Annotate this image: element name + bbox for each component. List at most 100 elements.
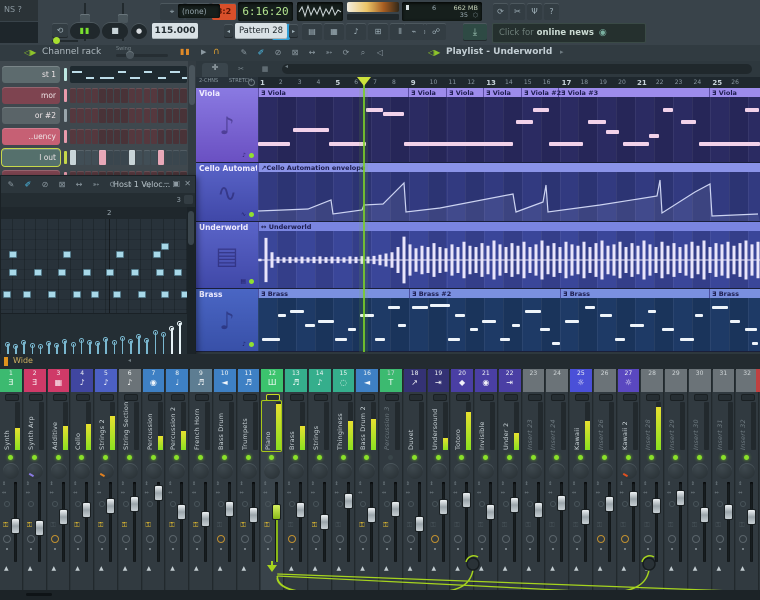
strip-enable-led[interactable]: [531, 455, 536, 460]
velocity-handle[interactable]: [136, 334, 141, 339]
mixer-strip[interactable]: 18↗Duvet⇕⇔⚿▲: [404, 369, 427, 590]
midi-note[interactable]: [58, 269, 66, 276]
fader-cap[interactable]: [320, 514, 329, 530]
record-ring[interactable]: [146, 535, 154, 543]
mixer-strip[interactable]: 13♬Brass⇕⇔⚿▲: [285, 369, 308, 590]
strip-slot[interactable]: [100, 394, 114, 401]
strip-enable-led[interactable]: [341, 455, 346, 460]
fader-cap[interactable]: [154, 485, 163, 501]
strip-enable-led[interactable]: [79, 455, 84, 460]
track-mini-icon[interactable]: ♪: [242, 341, 246, 348]
fx-slot-dot[interactable]: [337, 501, 343, 507]
step-cell[interactable]: [166, 88, 172, 103]
fader-track[interactable]: [489, 482, 492, 562]
fader-cap[interactable]: [439, 499, 448, 515]
strip-header[interactable]: 29: [665, 369, 687, 392]
strip-pan-knob[interactable]: [3, 463, 19, 479]
channel-name-button[interactable]: or #2: [2, 107, 60, 124]
step-cell[interactable]: [70, 150, 76, 165]
fx-slot-dot[interactable]: [99, 501, 105, 507]
fx-slot-dot[interactable]: [527, 501, 533, 507]
strip-slot[interactable]: [195, 394, 209, 401]
strip-enable-led[interactable]: [246, 455, 251, 460]
playlist-snap-cell[interactable]: 2-CHNS STRETCH: [196, 77, 258, 88]
mixer-strip[interactable]: 14♪Strings⇕⇔⚿▲: [309, 369, 332, 590]
strip-enable-led[interactable]: [436, 455, 441, 460]
track-header[interactable]: Viola♪♪: [196, 88, 258, 163]
piano-roll-grid[interactable]: [1, 219, 187, 313]
fader-cap[interactable]: [59, 509, 68, 525]
route-arrow[interactable]: ▲: [574, 565, 579, 572]
fx-lock-icon[interactable]: ⚿: [193, 521, 198, 530]
clip-label[interactable]: Ǝ Viola #2: [524, 89, 561, 97]
velocity-handle[interactable]: [120, 336, 125, 341]
fader-cap[interactable]: [676, 490, 685, 506]
record-ring[interactable]: [3, 535, 11, 543]
strip-slot[interactable]: [290, 394, 304, 401]
route-arrow[interactable]: ▲: [360, 565, 365, 572]
mixer-strip[interactable]: 23Insert 23⇕⇔⚿▲: [523, 369, 546, 590]
piano-roll-timeline[interactable]: 2: [1, 207, 187, 219]
strip-header[interactable]: 9♬: [190, 369, 212, 392]
strip-enable-led[interactable]: [222, 455, 227, 460]
pan-mini-icon[interactable]: ⇔: [73, 490, 77, 496]
pan-mini-icon[interactable]: ⇔: [287, 490, 291, 496]
pan-mini-icon[interactable]: ⇔: [216, 490, 220, 496]
fader-track[interactable]: [180, 482, 183, 562]
pan-mini-icon[interactable]: ⇔: [50, 490, 54, 496]
fader-cap[interactable]: [700, 507, 709, 523]
pan-mini-icon[interactable]: ⇔: [643, 490, 647, 496]
fx-slot-dot[interactable]: [598, 501, 604, 507]
mixer-strip[interactable]: 3▦Additive⇕⇔⚿▲: [48, 369, 71, 590]
record-ring[interactable]: [573, 535, 581, 543]
step-cell[interactable]: [144, 150, 150, 165]
fader-track[interactable]: [394, 482, 397, 562]
strip-header[interactable]: 27☼: [618, 369, 640, 392]
record-ring[interactable]: [312, 535, 320, 543]
step-cell[interactable]: [77, 88, 83, 103]
stereo-sep-icon[interactable]: ⇕: [263, 481, 267, 487]
midi-note[interactable]: [48, 291, 56, 298]
route-arrow[interactable]: ▲: [194, 565, 199, 572]
strip-enable-led[interactable]: [673, 455, 678, 460]
strip-pan-knob[interactable]: [146, 463, 162, 479]
strip-enable-led[interactable]: [483, 455, 488, 460]
strip-slot[interactable]: [409, 394, 423, 401]
record-ring[interactable]: [193, 535, 201, 543]
time-display[interactable]: 6:16:20: [238, 2, 293, 21]
fader-track[interactable]: [727, 482, 730, 562]
step-cell[interactable]: [92, 88, 98, 103]
mixer-strip[interactable]: 29Insert 29⇕⇔⚿▲: [665, 369, 688, 590]
midi-note[interactable]: [83, 269, 91, 276]
strip-slot[interactable]: [694, 394, 708, 401]
strip-header[interactable]: 13♬: [285, 369, 307, 392]
fx-lock-icon[interactable]: ⚿: [407, 521, 412, 530]
clip-label[interactable]: Ǝ Viola: [712, 89, 737, 97]
velocity-stem[interactable]: [179, 323, 181, 354]
playlist-tool-5[interactable]: ➳: [321, 46, 337, 59]
strip-pan-knob[interactable]: [621, 463, 637, 479]
download-button[interactable]: ⤓: [463, 23, 487, 41]
fx-lock-icon[interactable]: ⚿: [217, 521, 222, 530]
midi-note[interactable]: [9, 251, 17, 258]
stereo-sep-icon[interactable]: ⇕: [406, 481, 410, 487]
mixer-strip[interactable]: 24Insert 24⇕⇔⚿▲: [546, 369, 569, 590]
strip-enable-led[interactable]: [151, 455, 156, 460]
step-cell[interactable]: [158, 108, 164, 123]
swing-slider[interactable]: [116, 54, 168, 57]
stereo-sep-icon[interactable]: ⇕: [73, 481, 77, 487]
velocity-handle[interactable]: [153, 330, 158, 335]
record-ring[interactable]: [502, 535, 510, 543]
fx-slot-dot[interactable]: [52, 501, 58, 507]
pan-mini-icon[interactable]: ⇔: [620, 490, 624, 496]
track-lane[interactable]: ↗Cello Automation envelope: [258, 163, 760, 222]
pattern-selector-mini[interactable]: (none): [178, 4, 220, 18]
playlist-timeline[interactable]: 1234567891011121314151617181920212223242…: [258, 77, 760, 88]
stereo-sep-icon[interactable]: ⇕: [311, 481, 315, 487]
step-cell[interactable]: [121, 129, 127, 144]
fx-slot-dot[interactable]: [503, 501, 509, 507]
playlist-tool-4[interactable]: ↔: [304, 46, 320, 59]
fader-cap[interactable]: [391, 501, 400, 517]
fx-slot-dot[interactable]: [218, 501, 224, 507]
fader-cap[interactable]: [486, 504, 495, 520]
